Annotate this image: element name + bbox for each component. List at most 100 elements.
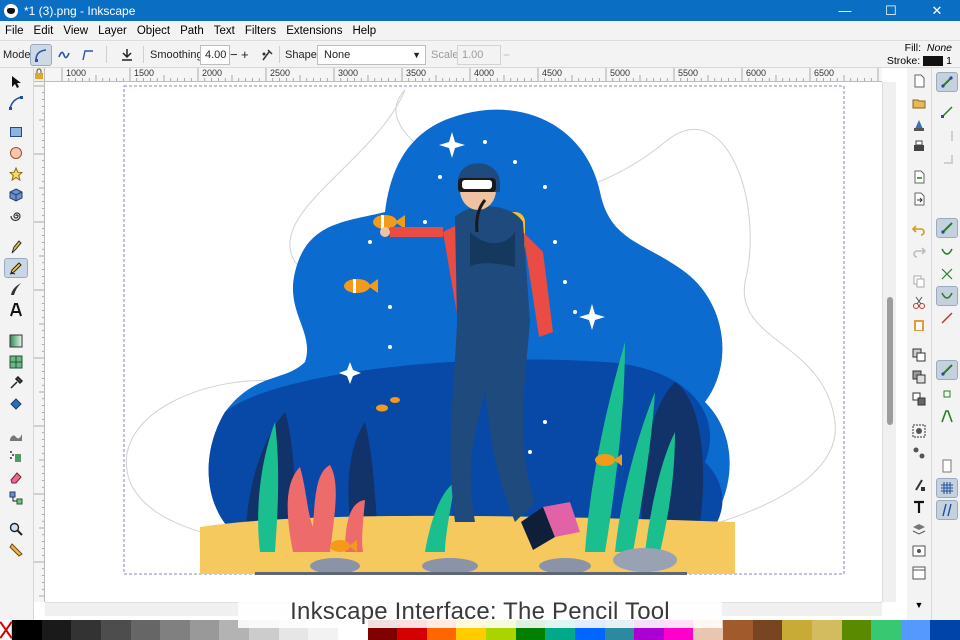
- pencil-tool[interactable]: [4, 258, 28, 278]
- menu-edit[interactable]: Edit: [29, 25, 59, 37]
- calligraphy-tool[interactable]: [4, 279, 28, 299]
- save-button[interactable]: [910, 116, 928, 134]
- color-swatch[interactable]: [752, 620, 783, 640]
- import-button[interactable]: [910, 168, 928, 186]
- snap-page-button[interactable]: [936, 456, 958, 476]
- undo-button[interactable]: [910, 220, 928, 238]
- smoothing-input[interactable]: 4.00: [200, 44, 230, 65]
- snap-bbox-corner-button[interactable]: [936, 148, 958, 168]
- group-button[interactable]: [910, 422, 928, 440]
- clone-button[interactable]: [910, 368, 928, 386]
- color-swatch[interactable]: [71, 620, 101, 640]
- spray-tool[interactable]: [4, 446, 28, 466]
- open-button[interactable]: [910, 94, 928, 112]
- snap-bbox-edge-button[interactable]: [936, 126, 958, 146]
- text-font-button[interactable]: [910, 498, 928, 516]
- menu-filters[interactable]: Filters: [240, 25, 281, 37]
- copy-button[interactable]: [910, 272, 928, 290]
- zoom-tool[interactable]: [4, 519, 28, 539]
- minimize-button[interactable]: —: [822, 0, 868, 21]
- tweak-tool[interactable]: [4, 425, 28, 445]
- paint-bucket-tool[interactable]: [4, 394, 28, 414]
- star-tool[interactable]: [4, 164, 28, 184]
- scale-decrement-button[interactable]: −: [503, 41, 510, 68]
- spiro-mode-button[interactable]: [53, 44, 75, 66]
- export-button[interactable]: [910, 190, 928, 208]
- color-swatch[interactable]: [900, 620, 931, 640]
- color-swatch[interactable]: [189, 620, 220, 640]
- color-swatch[interactable]: [12, 620, 42, 640]
- snap-intersections-button[interactable]: [936, 264, 958, 284]
- snap-text-baseline-button[interactable]: [936, 406, 958, 426]
- menu-view[interactable]: View: [58, 25, 93, 37]
- color-swatch[interactable]: [723, 620, 753, 640]
- menu-help[interactable]: Help: [347, 25, 381, 37]
- more-commands-button[interactable]: ▼: [910, 596, 928, 614]
- fill-stroke-button[interactable]: [910, 476, 928, 494]
- color-swatch[interactable]: [41, 620, 72, 640]
- regular-bezier-mode-button[interactable]: [30, 43, 52, 66]
- color-swatch[interactable]: [100, 620, 131, 640]
- smoothing-decrement-button[interactable]: −: [230, 41, 238, 68]
- stroke-swatch[interactable]: [923, 56, 944, 66]
- cut-button[interactable]: [910, 294, 928, 312]
- node-tool[interactable]: [4, 93, 28, 113]
- color-swatch[interactable]: [130, 620, 161, 640]
- close-button[interactable]: ✕: [914, 0, 960, 21]
- color-swatch[interactable]: [811, 620, 842, 640]
- bspline-mode-button[interactable]: [77, 44, 99, 66]
- box3d-tool[interactable]: [4, 185, 28, 205]
- unlink-clone-button[interactable]: [910, 390, 928, 408]
- snap-smooth-button[interactable]: [936, 308, 958, 328]
- no-paint-swatch[interactable]: [0, 620, 12, 640]
- vertical-ruler[interactable]: [34, 82, 45, 602]
- gradient-tool[interactable]: [4, 331, 28, 351]
- redo-button[interactable]: [910, 242, 928, 260]
- layers-button[interactable]: [910, 520, 928, 538]
- snap-guide-toggle[interactable]: [936, 500, 958, 520]
- menu-path[interactable]: Path: [175, 25, 209, 37]
- ungroup-button[interactable]: [910, 444, 928, 462]
- snap-grid-toggle[interactable]: [936, 478, 958, 498]
- smoothing-increment-button[interactable]: +: [241, 41, 249, 68]
- flatten-spiro-button[interactable]: [116, 44, 138, 66]
- shape-select[interactable]: None ▼: [317, 44, 426, 65]
- print-button[interactable]: [910, 138, 928, 156]
- snap-center-button[interactable]: [936, 384, 958, 404]
- menu-extensions[interactable]: Extensions: [281, 25, 347, 37]
- snap-bbox-button[interactable]: [936, 102, 958, 122]
- menu-text[interactable]: Text: [209, 25, 240, 37]
- eraser-tool[interactable]: [4, 467, 28, 487]
- color-swatch[interactable]: [841, 620, 872, 640]
- drawing-canvas[interactable]: [45, 82, 882, 602]
- snap-others-toggle[interactable]: [936, 360, 958, 380]
- document-properties-button[interactable]: [910, 564, 928, 582]
- menu-layer[interactable]: Layer: [93, 25, 132, 37]
- xml-editor-button[interactable]: [910, 542, 928, 560]
- duplicate-button[interactable]: [910, 346, 928, 364]
- spiral-tool[interactable]: [4, 206, 28, 226]
- color-swatch[interactable]: [782, 620, 812, 640]
- snap-paths-button[interactable]: [936, 242, 958, 262]
- color-swatch[interactable]: [930, 620, 960, 640]
- ellipse-tool[interactable]: [4, 143, 28, 163]
- color-swatch[interactable]: [160, 620, 190, 640]
- horizontal-ruler[interactable]: 1000 1500 2000 2500 3000 3500 4000 4500 …: [45, 68, 882, 82]
- snap-nodes-toggle[interactable]: [936, 218, 958, 238]
- vertical-scrollbar[interactable]: [882, 82, 896, 602]
- style-indicator[interactable]: Fill: None Stroke: 1: [887, 42, 952, 67]
- pen-tool[interactable]: [4, 237, 28, 257]
- pressure-button[interactable]: [256, 44, 278, 66]
- connector-tool[interactable]: [4, 488, 28, 508]
- vertical-scroll-thumb[interactable]: [887, 297, 893, 425]
- mesh-tool[interactable]: [4, 352, 28, 372]
- maximize-button[interactable]: ☐: [868, 0, 914, 21]
- menu-file[interactable]: File: [0, 25, 29, 37]
- dropper-tool[interactable]: [4, 373, 28, 393]
- selector-tool[interactable]: [4, 72, 28, 92]
- measure-tool[interactable]: [4, 540, 28, 560]
- new-document-button[interactable]: [910, 72, 928, 90]
- menu-object[interactable]: Object: [132, 25, 175, 37]
- snap-toggle[interactable]: [936, 72, 958, 92]
- paste-button[interactable]: [910, 316, 928, 334]
